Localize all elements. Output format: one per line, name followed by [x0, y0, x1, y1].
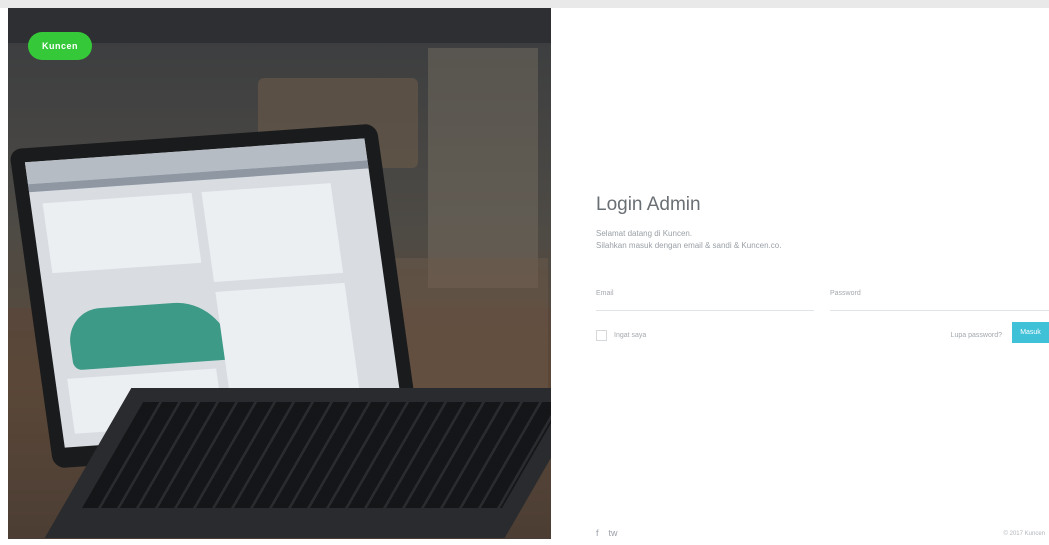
- twitter-icon[interactable]: tw: [609, 528, 618, 538]
- password-input[interactable]: [830, 299, 1049, 308]
- laptop-keyboard: [44, 388, 551, 538]
- screen-area-chart: [65, 299, 233, 371]
- copyright-text: © 2017 Kuncen: [1003, 531, 1045, 537]
- login-panel: Login Admin Selamat datang di Kuncen. Si…: [551, 8, 1049, 539]
- brand-logo[interactable]: Kuncen: [28, 32, 92, 60]
- top-bar: [0, 0, 1049, 8]
- remember-me[interactable]: Ingat saya: [596, 330, 646, 341]
- screen-card: [201, 183, 344, 282]
- facebook-icon[interactable]: f: [596, 528, 599, 538]
- background-window: [428, 48, 538, 288]
- remember-checkbox[interactable]: [596, 330, 607, 341]
- keyboard-keys: [82, 402, 551, 508]
- hero-image-panel: Kuncen: [8, 8, 551, 539]
- email-field[interactable]: Email: [596, 290, 814, 311]
- password-field[interactable]: Password: [830, 290, 1049, 311]
- social-links: f tw: [596, 528, 618, 538]
- screen-card: [42, 192, 202, 274]
- login-button[interactable]: Masuk: [1012, 322, 1049, 343]
- password-label: Password: [830, 290, 861, 297]
- page-title: Login Admin: [596, 194, 701, 215]
- email-label: Email: [596, 290, 614, 297]
- forgot-password-link[interactable]: Lupa password?: [951, 332, 1002, 339]
- subtitle-line-2: Silahkan masuk dengan email & sandi & Ku…: [596, 241, 782, 250]
- email-input[interactable]: [596, 299, 814, 308]
- remember-label: Ingat saya: [614, 332, 647, 339]
- subtitle-line-1: Selamat datang di Kuncen.: [596, 229, 693, 238]
